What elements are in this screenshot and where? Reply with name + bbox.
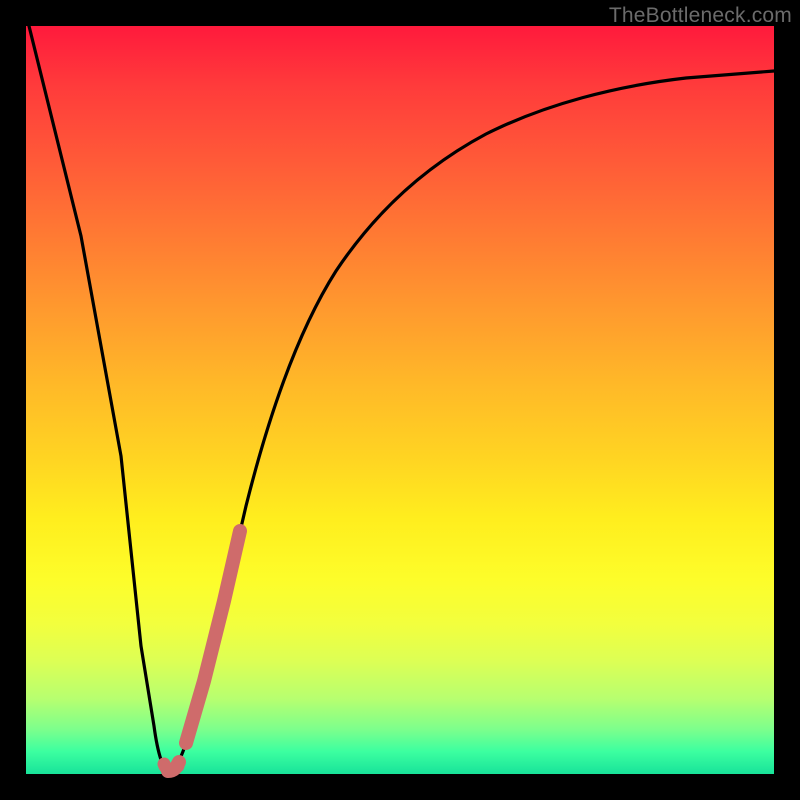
watermark-text: TheBottleneck.com bbox=[609, 4, 792, 28]
highlight-segment bbox=[168, 531, 240, 771]
bottleneck-curve bbox=[29, 26, 774, 771]
curve-svg bbox=[26, 26, 774, 774]
plot-area bbox=[26, 26, 774, 774]
highlight-hook bbox=[164, 764, 178, 770]
outer-frame: TheBottleneck.com bbox=[0, 0, 800, 800]
